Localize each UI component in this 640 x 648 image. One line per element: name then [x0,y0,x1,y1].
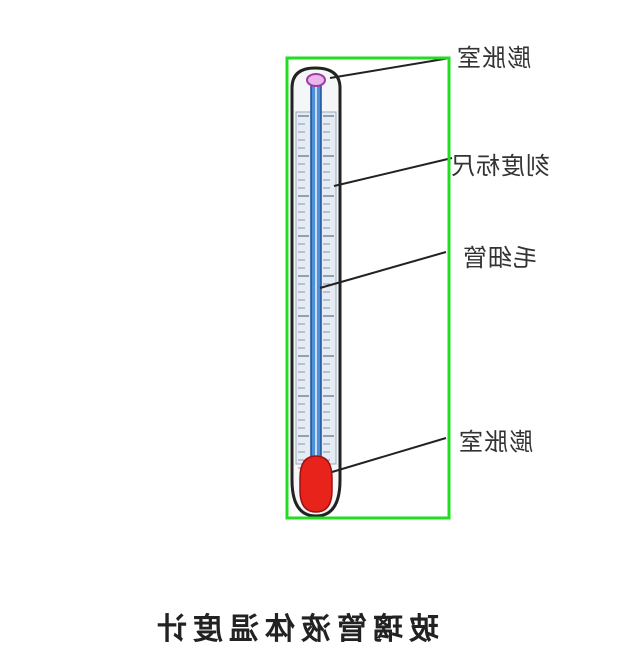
thermometer-diagram [285,56,453,520]
label-scale-ruler: 刻度标尺 [450,152,550,180]
label-bulb-expansion-chamber: 膨胀室 [458,428,533,456]
liquid-bulb [299,455,333,513]
label-capillary: 毛细管 [462,244,537,272]
leader-line-bulb [331,437,447,473]
diagram-caption: 玻璃管液体温度计 [151,612,439,647]
leader-line-top [329,57,451,79]
top-expansion-chamber [306,73,326,87]
label-top-expansion-chamber: 膨胀室 [456,44,531,72]
leader-line-scale [333,157,453,187]
